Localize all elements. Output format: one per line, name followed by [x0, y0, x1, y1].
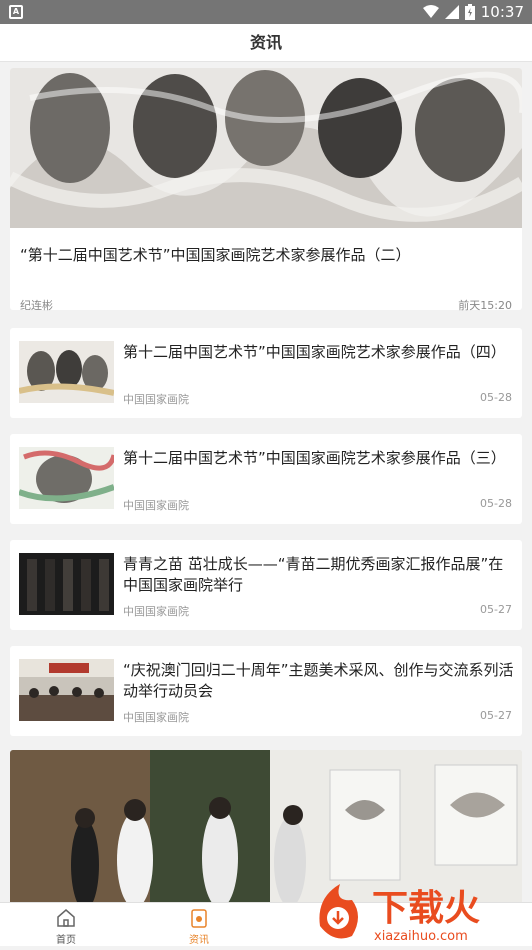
tab-news[interactable]: 资讯 — [169, 905, 229, 946]
article-date: 05-28 — [480, 497, 512, 510]
article-title[interactable]: 第十二届中国艺术节”中国国家画院艺术家参展作品（三） — [123, 448, 515, 469]
news-feed[interactable]: “第十二届中国艺术节”中国国家画院艺术家参展作品（二） 纪连彬 前天15:20 … — [0, 62, 532, 902]
list-item[interactable]: 第十二届中国艺术节”中国国家画院艺术家参展作品（三） 中国国家画院 05-28 — [10, 434, 522, 524]
svg-text:xiazaihuo.com: xiazaihuo.com — [374, 929, 468, 944]
article-thumbnail — [19, 659, 114, 721]
page-title: 资讯 — [0, 24, 532, 62]
battery-icon — [464, 4, 475, 20]
clock: 10:37 — [480, 3, 524, 21]
list-item[interactable]: 青青之苗 茁壮成长——“青苗二期优秀画家汇报作品展”在中国国家画院举行 中国国家… — [10, 540, 522, 630]
article-title[interactable]: “庆祝澳门回归二十周年”主题美术采风、创作与交流系列活动举行动员会 — [123, 660, 515, 702]
article-source: 中国国家画院 — [123, 605, 189, 618]
news-icon — [191, 909, 207, 928]
article-source: 中国国家画院 — [123, 393, 189, 406]
list-item[interactable]: “庆祝澳门回归二十周年”主题美术采风、创作与交流系列活动举行动员会 中国国家画院… — [10, 646, 522, 736]
status-right: 10:37 — [422, 3, 524, 21]
article-thumbnail — [19, 341, 114, 403]
featured-author: 纪连彬 — [20, 299, 53, 312]
notification-icon: A — [9, 5, 23, 19]
signal-icon — [444, 5, 459, 19]
article-date: 05-27 — [480, 603, 512, 616]
featured-article[interactable]: “第十二届中国艺术节”中国国家画院艺术家参展作品（二） 纪连彬 前天15:20 — [10, 68, 522, 312]
wifi-icon — [422, 5, 439, 18]
article-source: 中国国家画院 — [123, 499, 189, 512]
tab-home[interactable]: 首页 — [36, 905, 96, 946]
article-date: 05-28 — [480, 391, 512, 404]
article-title[interactable]: 青青之苗 茁壮成长——“青苗二期优秀画家汇报作品展”在中国国家画院举行 — [123, 554, 515, 596]
tab-news-label: 资讯 — [189, 935, 209, 946]
home-icon — [57, 909, 75, 927]
article-source: 中国国家画院 — [123, 711, 189, 724]
article-title[interactable]: 第十二届中国艺术节”中国国家画院艺术家参展作品（四） — [123, 342, 515, 363]
featured-title[interactable]: “第十二届中国艺术节”中国国家画院艺术家参展作品（二） — [20, 244, 411, 265]
status-bar: A 10:37 — [0, 0, 532, 24]
list-item[interactable]: 第十二届中国艺术节”中国国家画院艺术家参展作品（四） 中国国家画院 05-28 — [10, 328, 522, 418]
watermark-logo: 下载火 xiazaihuo.com — [312, 878, 532, 946]
featured-date: 前天15:20 — [458, 299, 512, 312]
article-date: 05-27 — [480, 709, 512, 722]
article-thumbnail — [19, 447, 114, 509]
article-thumbnail — [19, 553, 114, 615]
svg-text:下载火: 下载火 — [372, 888, 480, 929]
tab-home-label: 首页 — [56, 935, 76, 946]
featured-image — [10, 68, 522, 228]
